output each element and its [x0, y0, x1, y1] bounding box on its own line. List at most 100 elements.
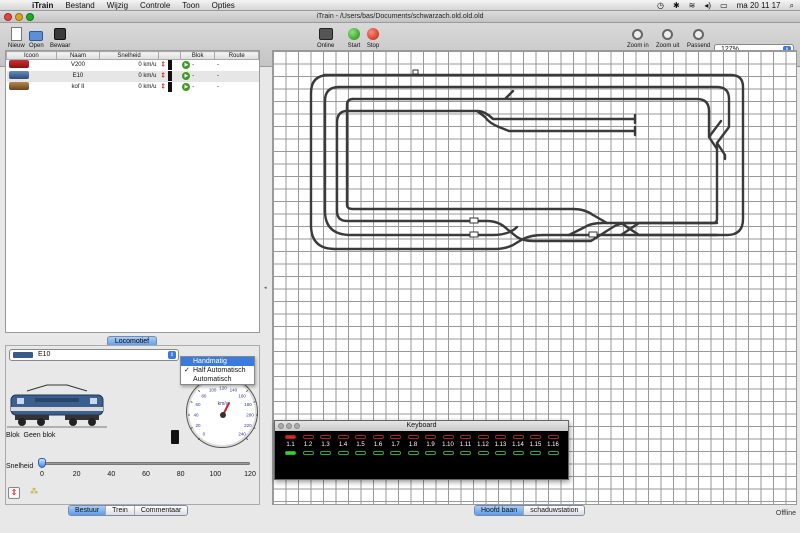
green-led-icon[interactable]	[337, 451, 349, 455]
table-row[interactable]: V200 0 km/u ⇕ ▶ - -	[7, 60, 259, 71]
keyboard-key[interactable]: 1.3	[318, 435, 333, 455]
keyboard-key[interactable]: 1.13	[493, 435, 508, 455]
menu-app[interactable]: iTrain	[32, 1, 53, 10]
red-led-icon[interactable]	[320, 435, 331, 439]
red-led-icon[interactable]	[285, 435, 296, 439]
track-loop-3[interactable]	[323, 85, 519, 237]
speed-slider[interactable]	[38, 458, 250, 468]
sensor-marker[interactable]	[412, 69, 419, 75]
tab-schaduwstation[interactable]: schaduwstation	[524, 506, 585, 515]
col-icon[interactable]: Icoon	[6, 51, 57, 60]
direction-icon[interactable]: ⇕	[160, 62, 166, 69]
track-crossing[interactable]	[619, 221, 719, 237]
keyboard-key[interactable]: 1.7	[388, 435, 403, 455]
keyboard-key[interactable]: 1.11	[458, 435, 473, 455]
keyboard-key[interactable]: 1.12	[476, 435, 491, 455]
keyboard-key[interactable]: 1.4	[336, 435, 351, 455]
red-led-icon[interactable]	[495, 435, 506, 439]
sensor-marker[interactable]	[588, 231, 598, 238]
play-icon[interactable]: ▶	[182, 83, 191, 91]
col-dir[interactable]	[157, 51, 181, 60]
keyboard-key[interactable]: 1.5	[353, 435, 368, 455]
keyboard-key[interactable]: 1.15	[528, 435, 543, 455]
bluetooth-icon[interactable]: ✱	[673, 1, 680, 10]
table-row[interactable]: kof II 0 km/u ⇕ ▶ - -	[7, 82, 259, 93]
green-led-icon[interactable]	[372, 451, 384, 455]
mode-option-automatisch[interactable]: Automatisch	[181, 375, 254, 384]
red-led-icon[interactable]	[547, 435, 559, 439]
spotlight-icon[interactable]: ⌕	[790, 1, 794, 11]
sensor-marker[interactable]	[469, 217, 479, 224]
red-led-icon[interactable]	[512, 435, 524, 439]
start-button[interactable]: Start	[347, 27, 361, 49]
red-led-icon[interactable]	[442, 435, 454, 439]
direction-icon[interactable]: ⇕	[160, 73, 166, 80]
speed-slider-knob[interactable]	[38, 458, 46, 468]
keyboard-key[interactable]: 1.6	[371, 435, 386, 455]
track-siding-1[interactable]	[345, 97, 609, 225]
red-led-icon[interactable]	[425, 435, 436, 439]
tab-commentaar[interactable]: Commentaar	[134, 506, 188, 515]
red-led-icon[interactable]	[390, 435, 401, 439]
keyboard-key[interactable]: 1.1	[283, 435, 298, 455]
green-led-icon[interactable]	[442, 451, 454, 455]
close-window-button[interactable]	[4, 13, 12, 21]
keyboard-key[interactable]: 1.9	[423, 435, 438, 455]
zoom-in-button[interactable]: Zoom in	[627, 27, 649, 49]
keyboard-key[interactable]: 1.14	[511, 435, 526, 455]
green-led-icon[interactable]	[285, 451, 296, 455]
red-led-icon[interactable]	[530, 435, 541, 439]
keyboard-close-button[interactable]	[278, 423, 284, 429]
track-siding-3[interactable]	[345, 109, 637, 133]
green-led-icon[interactable]	[390, 451, 401, 455]
tab-trein[interactable]: Trein	[106, 506, 135, 515]
green-led-icon[interactable]	[407, 451, 419, 455]
minimize-window-button[interactable]	[15, 13, 23, 21]
green-led-icon[interactable]	[530, 451, 541, 455]
col-route[interactable]: Route	[214, 51, 259, 60]
keyboard-key[interactable]: 1.2	[301, 435, 316, 455]
keyboard-key[interactable]: 1.8	[406, 435, 421, 455]
green-led-icon[interactable]	[425, 451, 436, 455]
red-led-icon[interactable]	[407, 435, 419, 439]
keyboard-minimize-button[interactable]	[286, 423, 292, 429]
track-loop-2[interactable]	[337, 85, 731, 237]
direction-icon[interactable]: ⇕	[160, 84, 166, 91]
zoom-window-button[interactable]	[26, 13, 34, 21]
open-button[interactable]: Open	[29, 27, 44, 49]
time-machine-icon[interactable]: ◷	[657, 1, 664, 10]
keyboard-zoom-button[interactable]	[294, 423, 300, 429]
menu-controle[interactable]: Controle	[140, 1, 170, 10]
red-led-icon[interactable]	[460, 435, 471, 439]
new-button[interactable]: Nieuw	[8, 27, 25, 49]
online-button[interactable]: Online	[317, 27, 334, 49]
table-row[interactable]: E10 0 km/u ⇕ ▶ - -	[6, 70, 259, 82]
split-pane-handle[interactable]: ◂	[264, 285, 267, 291]
sensor-marker[interactable]	[469, 231, 479, 238]
menu-opties[interactable]: Opties	[212, 1, 235, 10]
red-led-icon[interactable]	[302, 435, 314, 439]
zoom-out-button[interactable]: Zoom uit	[656, 27, 679, 49]
keyboard-key[interactable]: 1.16	[546, 435, 561, 455]
red-led-icon[interactable]	[355, 435, 366, 439]
mode-option-half-automatisch[interactable]: ✓ Half Automatisch	[181, 366, 254, 375]
green-led-icon[interactable]	[460, 451, 471, 455]
tab-hoofd-baan[interactable]: Hoofd baan	[475, 506, 525, 515]
green-led-icon[interactable]	[547, 451, 559, 455]
stop-button[interactable]: Stop	[366, 27, 380, 49]
function-button[interactable]: ⁂	[28, 487, 40, 499]
mode-option-handmatig[interactable]: Handmatig	[181, 357, 254, 366]
menu-bestand[interactable]: Bestand	[65, 1, 94, 10]
col-block[interactable]: Blok	[179, 51, 216, 60]
green-led-icon[interactable]	[477, 451, 489, 455]
keyboard-key[interactable]: 1.10	[441, 435, 456, 455]
red-led-icon[interactable]	[372, 435, 384, 439]
battery-icon[interactable]: ▭	[720, 1, 728, 10]
green-led-icon[interactable]	[512, 451, 524, 455]
red-led-icon[interactable]	[337, 435, 349, 439]
track-siding-2[interactable]	[459, 109, 637, 121]
menu-wijzig[interactable]: Wijzig	[107, 1, 128, 10]
green-led-icon[interactable]	[495, 451, 506, 455]
save-button[interactable]: Bewaar	[50, 27, 70, 49]
tab-bestuur[interactable]: Bestuur	[69, 506, 107, 515]
